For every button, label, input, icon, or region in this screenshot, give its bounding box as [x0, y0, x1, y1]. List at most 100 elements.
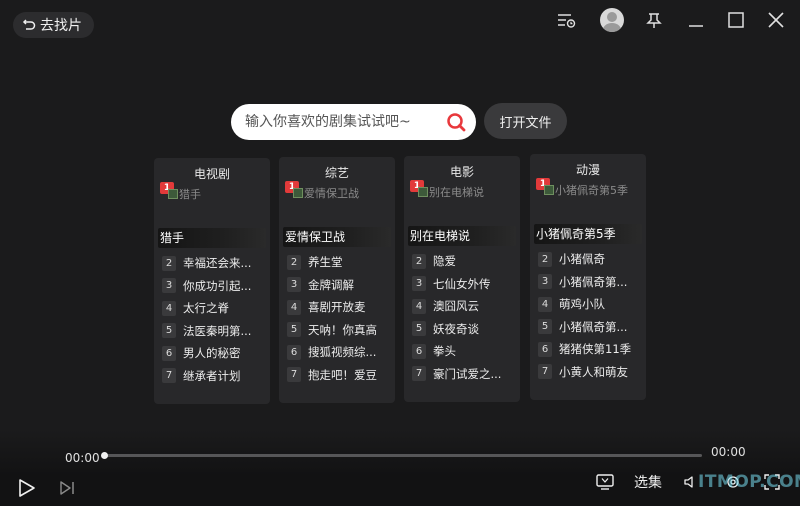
ranking-list: 2 养生堂 3 金牌调解 4 喜剧开放麦 5 天呐！你真高 6 搜狐视频综... 7 抱走吧… [279, 247, 395, 392]
list-item[interactable]: 7 继承者计划 [162, 365, 262, 388]
list-item[interactable]: 4 澳囧风云 [412, 295, 512, 318]
list-item[interactable]: 2 养生堂 [287, 251, 387, 274]
show-title: 男人的秘密 [183, 346, 241, 361]
category-title: 综艺 [324, 166, 349, 180]
rank-number: 6 [412, 343, 426, 359]
show-title: 法医秦明第... [183, 323, 252, 338]
list-item[interactable]: 3 七仙女外传 [412, 273, 512, 296]
rank-number: 7 [162, 368, 176, 384]
rank-number: 5 [287, 322, 301, 338]
show-title: 抱走吧！爱豆 [308, 367, 377, 382]
featured-title[interactable]: 爱情保卫战 [283, 227, 391, 247]
category-card-anime: 动漫 1 小猪佩奇第5季 小猪佩奇第5季 2 小猪佩奇 3 小猪佩奇第... 4 萌鸡… [530, 154, 646, 400]
rank-number: 7 [412, 366, 426, 382]
close-icon [768, 12, 784, 28]
rank-number: 7 [538, 364, 552, 380]
ranking-list: 2 小猪佩奇 3 小猪佩奇第... 4 萌鸡小队 5 小猪佩奇第... 6 猪猪侠第11季… [530, 244, 646, 389]
ranking-list: 2 隐爱 3 七仙女外传 4 澳囧风云 5 妖夜奇谈 6 拳头 7 豪门试爱之... [404, 246, 520, 391]
rank-number: 3 [287, 277, 301, 293]
category-title: 动漫 [575, 163, 600, 177]
play-button[interactable] [14, 476, 38, 500]
list-item[interactable]: 4 喜剧开放麦 [287, 296, 387, 319]
open-file-button[interactable]: 打开文件 [484, 103, 567, 139]
speaker-icon [684, 476, 693, 488]
featured-thumbnail[interactable]: 1 爱情保卫战 [283, 181, 391, 227]
play-icon [19, 479, 35, 497]
back-arrow-icon [22, 19, 36, 30]
list-item[interactable]: 5 法医秦明第... [162, 320, 262, 343]
list-item[interactable]: 2 小猪佩奇 [538, 248, 638, 271]
show-title: 养生堂 [308, 255, 343, 270]
list-item[interactable]: 3 金牌调解 [287, 274, 387, 297]
featured-title[interactable]: 小猪佩奇第5季 [534, 224, 642, 244]
list-item[interactable]: 4 萌鸡小队 [538, 293, 638, 316]
rank-number: 2 [287, 254, 301, 270]
rank-number: 5 [162, 323, 176, 339]
search-icon[interactable] [446, 112, 466, 132]
show-title: 澳囧风云 [433, 299, 479, 314]
featured-thumbnail[interactable]: 1 别在电梯说 [408, 180, 516, 226]
list-item[interactable]: 5 天呐！你真高 [287, 319, 387, 342]
list-item[interactable]: 6 拳头 [412, 340, 512, 363]
list-item[interactable]: 6 猪猪侠第11季 [538, 338, 638, 361]
list-item[interactable]: 5 妖夜奇谈 [412, 318, 512, 341]
minimize-button[interactable] [676, 0, 716, 40]
skip-next-icon [60, 481, 74, 495]
window-controls [546, 0, 800, 40]
featured-title[interactable]: 别在电梯说 [408, 226, 516, 246]
back-button-label: 去找片 [40, 18, 82, 34]
rank-number: 6 [287, 344, 301, 360]
list-item[interactable]: 2 幸福还会来... [162, 252, 262, 275]
featured-thumbnail[interactable]: 1 小猪佩奇第5季 [534, 178, 642, 224]
thumbnail-alt-text: 爱情保卫战 [293, 185, 359, 201]
category-card-variety: 综艺 1 爱情保卫战 爱情保卫战 2 养生堂 3 金牌调解 4 喜剧开放麦 5 天呐！你… [279, 157, 395, 403]
featured-thumbnail[interactable]: 1 猎手 [158, 182, 266, 228]
current-time: 00:00 [65, 451, 100, 465]
list-item[interactable]: 3 小猪佩奇第... [538, 271, 638, 294]
show-title: 继承者计划 [183, 368, 241, 383]
rank-number: 4 [287, 299, 301, 315]
progress-bar[interactable] [104, 454, 702, 457]
rank-number: 6 [538, 341, 552, 357]
list-item[interactable]: 6 男人的秘密 [162, 342, 262, 365]
list-item[interactable]: 6 搜狐视频综... [287, 341, 387, 364]
playlist-button[interactable] [546, 0, 586, 40]
back-to-browse-button[interactable]: 去找片 [13, 12, 94, 38]
rank-number: 4 [162, 300, 176, 316]
category-title: 电视剧 [193, 167, 230, 181]
maximize-button[interactable] [716, 0, 756, 40]
episodes-button[interactable]: 选集 [634, 472, 662, 492]
show-title: 天呐！你真高 [308, 322, 377, 337]
pin-window-button[interactable] [634, 0, 674, 40]
avatar [600, 8, 624, 32]
list-item[interactable]: 3 你成功引起... [162, 275, 262, 298]
show-title: 妖夜奇谈 [433, 321, 479, 336]
rank-number: 6 [162, 345, 176, 361]
cast-tv-button[interactable] [594, 472, 616, 492]
show-title: 搜狐视频综... [308, 345, 377, 360]
rank-number: 2 [412, 253, 426, 269]
rank-number: 3 [162, 278, 176, 294]
progress-handle[interactable] [101, 452, 108, 459]
list-item[interactable]: 7 豪门试爱之... [412, 363, 512, 386]
close-button[interactable] [756, 0, 796, 40]
list-item[interactable]: 5 小猪佩奇第... [538, 316, 638, 339]
rank-number: 3 [412, 276, 426, 292]
show-title: 小猪佩奇 [559, 252, 605, 267]
search-input[interactable] [245, 114, 430, 130]
list-item[interactable]: 4 太行之脊 [162, 297, 262, 320]
rank-number: 4 [412, 298, 426, 314]
rank-number: 5 [538, 319, 552, 335]
thumbnail-alt-text: 猎手 [168, 186, 201, 202]
next-button[interactable] [56, 478, 78, 498]
featured-title[interactable]: 猎手 [158, 228, 266, 248]
list-item[interactable]: 7 抱走吧！爱豆 [287, 364, 387, 387]
search-box [231, 104, 476, 140]
rank-number: 2 [162, 255, 176, 271]
user-account-button[interactable] [592, 0, 632, 40]
list-item[interactable]: 2 隐爱 [412, 250, 512, 273]
rank-number: 5 [412, 321, 426, 337]
show-title: 拳头 [433, 344, 456, 359]
ranking-list: 2 幸福还会来... 3 你成功引起... 4 太行之脊 5 法医秦明第... 6 男人的… [154, 248, 270, 393]
list-item[interactable]: 7 小黄人和萌友 [538, 361, 638, 384]
